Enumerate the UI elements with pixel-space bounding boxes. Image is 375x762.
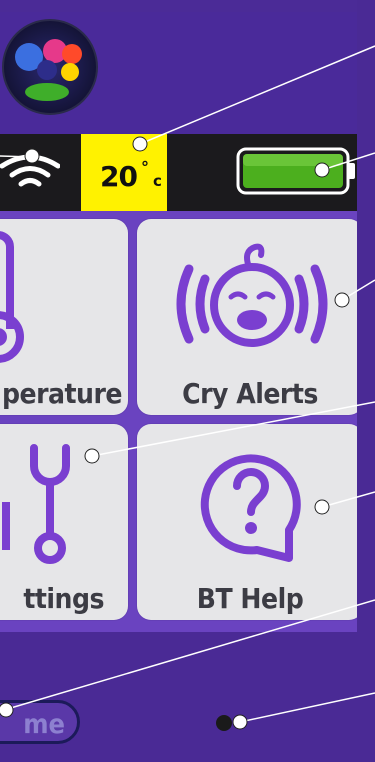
callout-lines xyxy=(0,45,375,730)
device-screen: 20 ° c perature Cry Alerts ttings BT Hel… xyxy=(0,0,375,762)
